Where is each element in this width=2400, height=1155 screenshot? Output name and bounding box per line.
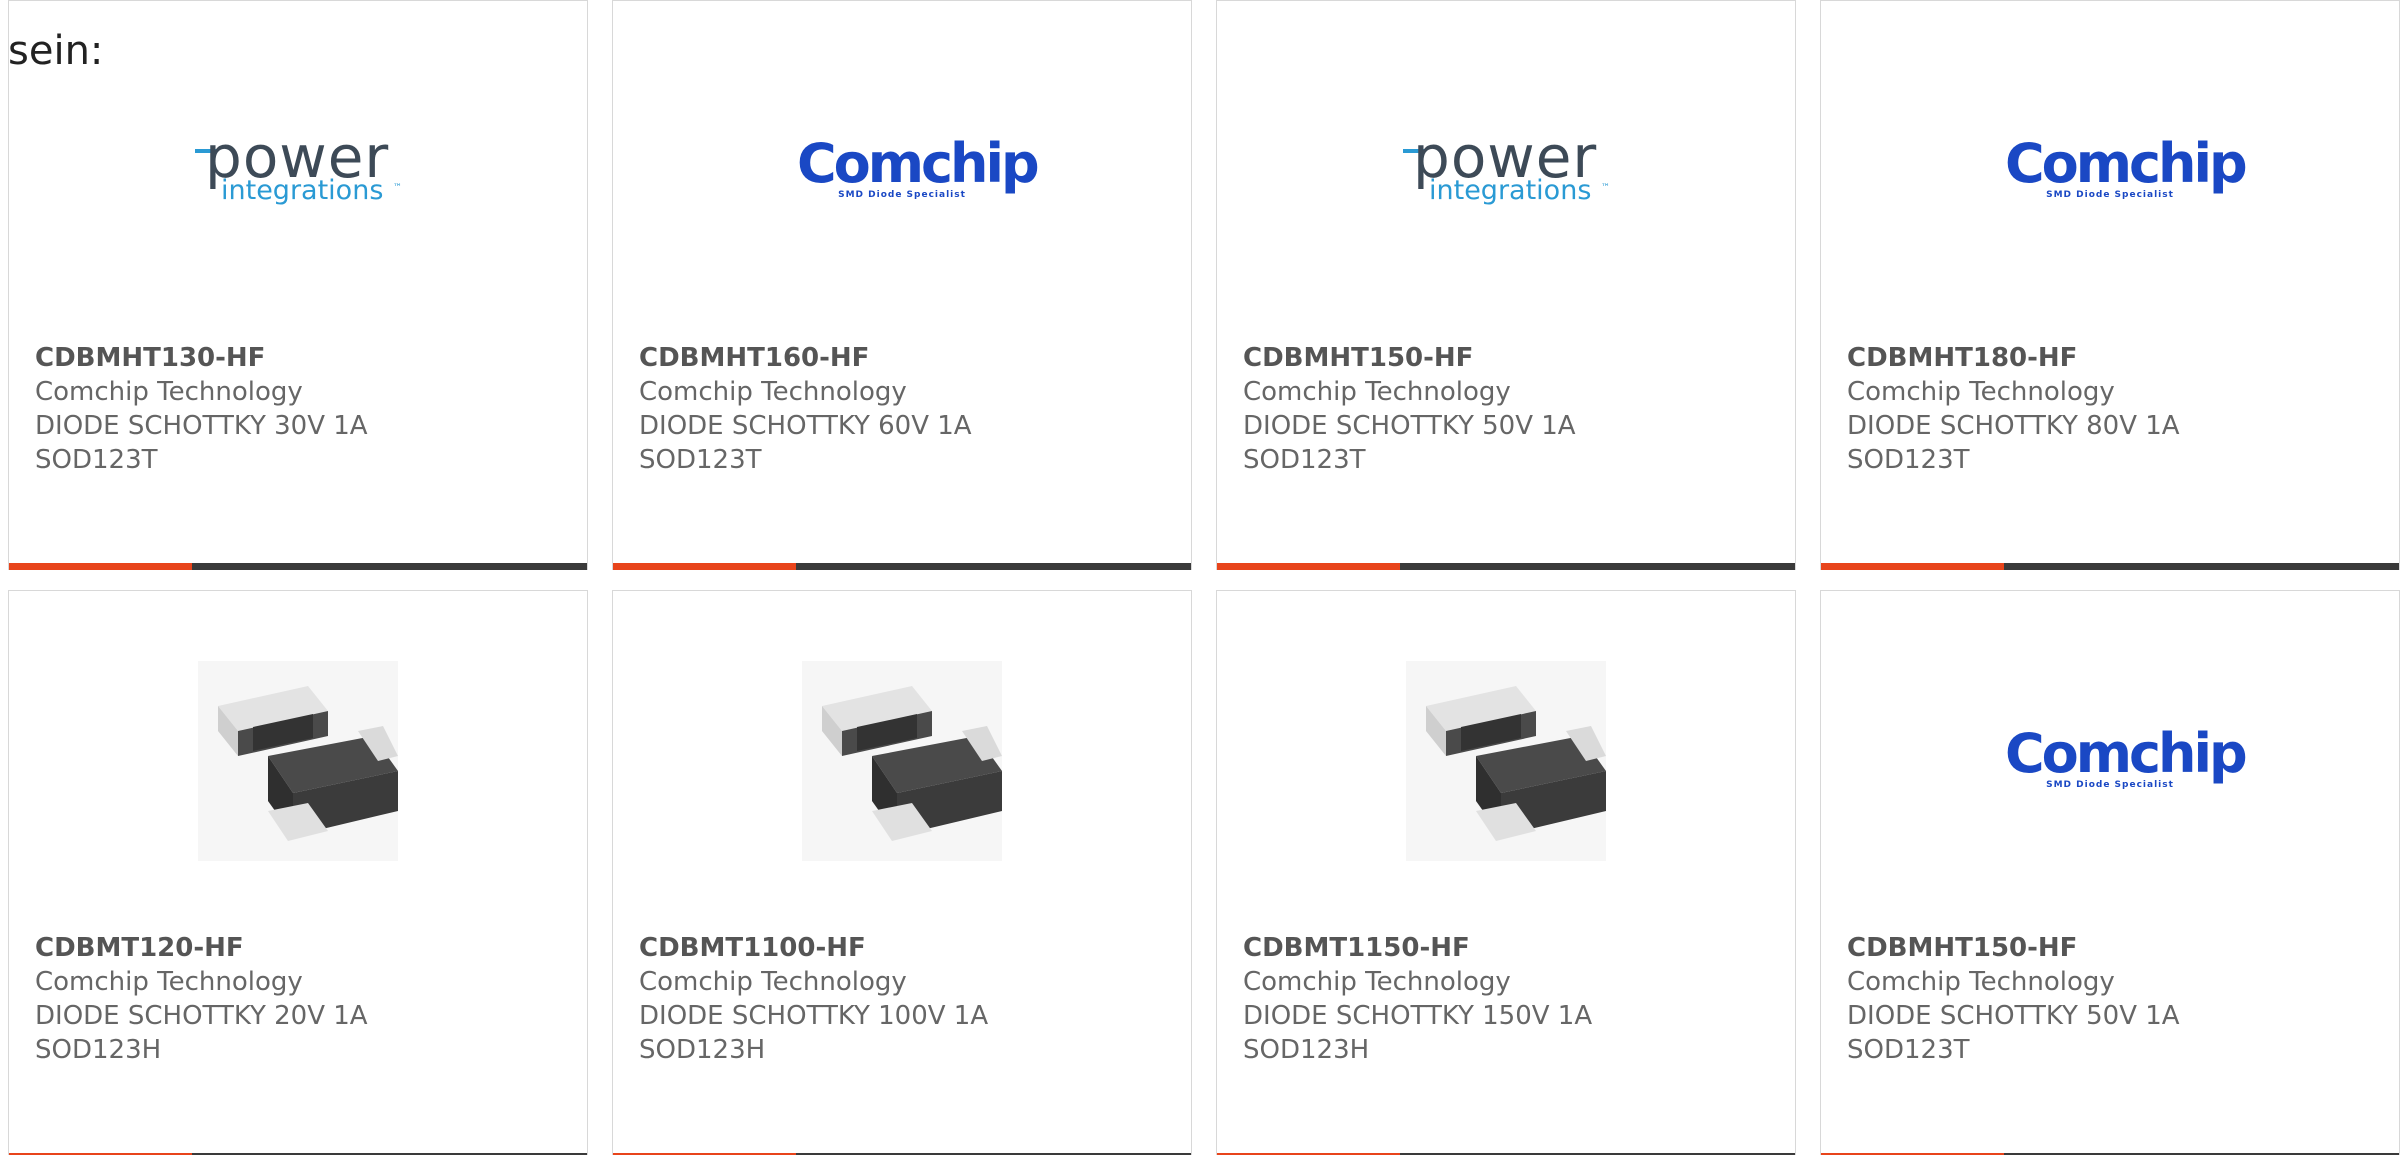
package: SOD123T: [1847, 1035, 1970, 1065]
package: SOD123T: [35, 445, 158, 475]
product-card[interactable]: CDBMT120-HF Comchip Technology DIODE SCH…: [8, 590, 588, 1155]
product-image[interactable]: power integrations ™: [9, 61, 587, 281]
product-image[interactable]: [613, 651, 1191, 871]
product-info: CDBMT1150-HF Comchip Technology DIODE SC…: [1243, 931, 1592, 1067]
part-number-link[interactable]: CDBMT120-HF: [35, 931, 368, 965]
product-info: CDBMHT180-HF Comchip Technology DIODE SC…: [1847, 341, 2180, 477]
product-card[interactable]: power integrations ™ CDBMHT150-HF Comchi…: [1216, 0, 1796, 570]
comchip-logo: Comchip SMD Diode Specialist: [2005, 722, 2248, 791]
product-info: CDBMHT150-HF Comchip Technology DIODE SC…: [1243, 341, 1576, 477]
product-info: CDBMHT130-HF Comchip Technology DIODE SC…: [35, 341, 368, 477]
part-number-link[interactable]: CDBMHT150-HF: [1243, 341, 1576, 375]
description: DIODE SCHOTTKY 80V 1A: [1847, 411, 2180, 441]
comchip-logo: Comchip SMD Diode Specialist: [2005, 132, 2248, 201]
manufacturer: Comchip Technology: [1243, 377, 1511, 407]
package: SOD123H: [35, 1035, 162, 1065]
product-image[interactable]: Comchip SMD Diode Specialist: [613, 61, 1191, 281]
product-card[interactable]: CDBMT1150-HF Comchip Technology DIODE SC…: [1216, 590, 1796, 1155]
description: DIODE SCHOTTKY 50V 1A: [1243, 411, 1576, 441]
product-card[interactable]: Comchip SMD Diode Specialist CDBMHT180-H…: [1820, 0, 2400, 570]
description: DIODE SCHOTTKY 60V 1A: [639, 411, 972, 441]
product-info: CDBMT120-HF Comchip Technology DIODE SCH…: [35, 931, 368, 1067]
card-bar: [9, 563, 587, 570]
part-number-link[interactable]: CDBMHT180-HF: [1847, 341, 2180, 375]
product-image[interactable]: Comchip SMD Diode Specialist: [1821, 651, 2399, 871]
part-number-link[interactable]: CDBMT1100-HF: [639, 931, 988, 965]
description: DIODE SCHOTTKY 20V 1A: [35, 1001, 368, 1031]
manufacturer: Comchip Technology: [35, 377, 303, 407]
part-number-link[interactable]: CDBMT1150-HF: [1243, 931, 1592, 965]
product-image[interactable]: power integrations ™: [1217, 61, 1795, 281]
card-bar: [1821, 563, 2399, 570]
description: DIODE SCHOTTKY 100V 1A: [639, 1001, 989, 1031]
product-card[interactable]: Comchip SMD Diode Specialist CDBMHT160-H…: [612, 0, 1192, 570]
comchip-logo: Comchip SMD Diode Specialist: [797, 132, 1040, 201]
manufacturer: Comchip Technology: [639, 967, 907, 997]
smd-diode-photo: [802, 661, 1002, 861]
product-image[interactable]: [1217, 651, 1795, 871]
manufacturer: Comchip Technology: [1847, 967, 2115, 997]
description: DIODE SCHOTTKY 150V 1A: [1243, 1001, 1593, 1031]
package: SOD123T: [1847, 445, 1970, 475]
part-number-link[interactable]: CDBMHT150-HF: [1847, 931, 2180, 965]
manufacturer: Comchip Technology: [639, 377, 907, 407]
product-info: CDBMHT150-HF Comchip Technology DIODE SC…: [1847, 931, 2180, 1067]
package: SOD123T: [1243, 445, 1366, 475]
package: SOD123H: [1243, 1035, 1370, 1065]
product-info: CDBMHT160-HF Comchip Technology DIODE SC…: [639, 341, 972, 477]
package: SOD123T: [639, 445, 762, 475]
product-card[interactable]: Comchip SMD Diode Specialist CDBMHT150-H…: [1820, 590, 2400, 1155]
intro-text: sein:: [8, 28, 104, 74]
card-bar: [1217, 563, 1795, 570]
manufacturer: Comchip Technology: [35, 967, 303, 997]
package: SOD123H: [639, 1035, 766, 1065]
product-grid-page: sein: power integrations ™ CDBMHT130-HF …: [0, 0, 2400, 1155]
manufacturer: Comchip Technology: [1847, 377, 2115, 407]
part-number-link[interactable]: CDBMHT160-HF: [639, 341, 972, 375]
description: DIODE SCHOTTKY 50V 1A: [1847, 1001, 2180, 1031]
product-image[interactable]: [9, 651, 587, 871]
smd-diode-photo: [198, 661, 398, 861]
product-card[interactable]: power integrations ™ CDBMHT130-HF Comchi…: [8, 0, 588, 570]
power-integrations-logo: power integrations ™: [193, 123, 403, 211]
smd-diode-photo: [1406, 661, 1606, 861]
description: DIODE SCHOTTKY 30V 1A: [35, 411, 368, 441]
part-number-link[interactable]: CDBMHT130-HF: [35, 341, 368, 375]
power-integrations-logo: power integrations ™: [1401, 123, 1611, 211]
product-image[interactable]: Comchip SMD Diode Specialist: [1821, 61, 2399, 281]
card-bar: [613, 563, 1191, 570]
manufacturer: Comchip Technology: [1243, 967, 1511, 997]
product-card[interactable]: CDBMT1100-HF Comchip Technology DIODE SC…: [612, 590, 1192, 1155]
product-info: CDBMT1100-HF Comchip Technology DIODE SC…: [639, 931, 988, 1067]
